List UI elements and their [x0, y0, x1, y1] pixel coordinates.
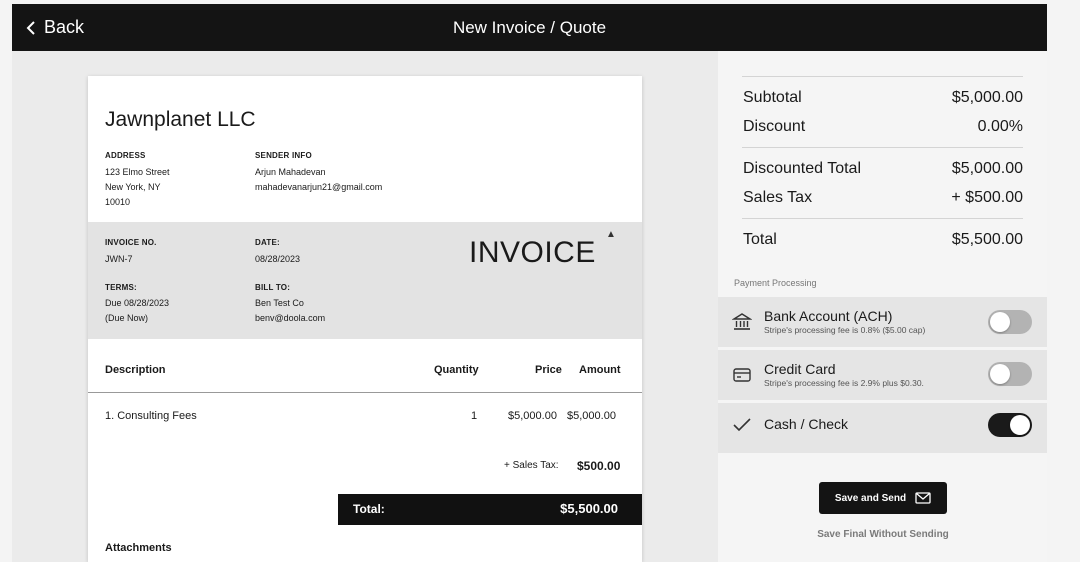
address-label: ADDRESS [105, 151, 146, 160]
credit-card-icon [733, 368, 751, 382]
summary-divider [742, 218, 1023, 219]
invoice-document: Jawnplanet LLC ADDRESS 123 Elmo Street N… [88, 76, 642, 562]
sales-tax-summary-label: Sales Tax [743, 189, 813, 206]
payment-method-cash-check: Cash / Check [718, 403, 1047, 453]
screen-frame-left [0, 0, 12, 562]
cash-check-toggle[interactable] [988, 413, 1032, 437]
invoice-total-label: Total: [353, 502, 385, 516]
payment-method-name: Cash / Check [764, 416, 849, 432]
company-name: Jawnplanet LLC [105, 108, 256, 131]
chevron-left-icon [26, 20, 35, 35]
address-line: 123 Elmo Street [105, 167, 170, 177]
subtotal-label: Subtotal [743, 89, 802, 106]
amount-column-header: Amount [579, 364, 621, 376]
screen-frame-right [1047, 0, 1080, 562]
payment-method-name: Credit Card [764, 361, 836, 377]
line-item-price: $5,000.00 [508, 410, 557, 422]
description-column-header: Description [105, 364, 166, 376]
address-line: New York, NY [105, 182, 161, 192]
sender-email: mahadevanarjun21@gmail.com [255, 182, 383, 192]
terms-label: TERMS: [105, 283, 137, 292]
save-and-send-label: Save and Send [834, 492, 907, 504]
payment-method-name: Bank Account (ACH) [764, 308, 893, 324]
invoice-no-label: INVOICE NO. [105, 238, 157, 247]
sales-tax-label: + Sales Tax: [504, 460, 559, 471]
quantity-column-header: Quantity [434, 364, 479, 376]
date-value: 08/28/2023 [255, 254, 301, 264]
payment-method-fee: Stripe's processing fee is 2.9% plus $0.… [764, 378, 924, 388]
back-button[interactable]: Back [26, 4, 84, 51]
total-value: $5,500.00 [951, 231, 1023, 248]
price-column-header: Price [535, 364, 562, 376]
invoice-total-value: $5,500.00 [560, 501, 618, 516]
bill-to-company: Ben Test Co [255, 298, 304, 308]
discount-value: 0.00% [977, 118, 1023, 135]
terms-note: (Due Now) [105, 313, 149, 323]
sender-info-label: SENDER INFO [255, 151, 312, 160]
summary-divider [742, 76, 1023, 77]
invoice-total-bar: Total: $5,500.00 [338, 494, 642, 525]
bank-account-toggle[interactable] [988, 310, 1032, 334]
back-label: Back [44, 17, 85, 37]
line-item-description: 1. Consulting Fees [105, 410, 197, 422]
save-final-without-sending-link[interactable]: Save Final Without Sending [790, 529, 976, 540]
bill-to-label: BILL TO: [255, 283, 291, 292]
terms-due: Due 08/28/2023 [105, 298, 170, 308]
top-bar: Back New Invoice / Quote [12, 4, 1047, 51]
bank-icon [732, 313, 752, 330]
payment-method-fee: Stripe's processing fee is 0.8% ($5.00 c… [764, 325, 926, 335]
bill-to-email: benv@doola.com [255, 313, 326, 323]
mouse-cursor-icon: ▲ [606, 229, 616, 240]
total-label: Total [743, 231, 777, 248]
invoice-meta-block: INVOICE NO. JWN-7 DATE: 08/28/2023 INVOI… [88, 222, 642, 339]
payment-method-credit-card: Credit Card Stripe's processing fee is 2… [718, 350, 1047, 400]
discounted-total-value: $5,000.00 [951, 160, 1023, 177]
sender-name: Arjun Mahadevan [255, 167, 326, 177]
sales-tax-summary-value: + $500.00 [951, 189, 1023, 206]
sales-tax-value: $500.00 [577, 459, 621, 473]
table-header-divider [88, 392, 642, 393]
date-label: DATE: [255, 238, 280, 247]
invoice-no-value: JWN-7 [105, 254, 133, 264]
page-title: New Invoice / Quote [452, 18, 607, 37]
credit-card-toggle[interactable] [988, 362, 1032, 386]
discount-label: Discount [743, 118, 806, 135]
payment-method-bank: Bank Account (ACH) Stripe's processing f… [718, 297, 1047, 347]
payment-processing-title: Payment Processing [734, 278, 817, 288]
line-item-amount: $5,000.00 [567, 410, 616, 422]
subtotal-value: $5,000.00 [951, 89, 1023, 106]
summary-divider [742, 147, 1023, 148]
attachments-label: Attachments [105, 542, 172, 554]
check-icon [733, 418, 751, 432]
save-and-send-button[interactable]: Save and Send [819, 482, 947, 514]
address-line: 10010 [105, 197, 131, 207]
line-item-quantity: 1 [471, 410, 478, 422]
discounted-total-label: Discounted Total [743, 160, 861, 177]
invoice-heading: INVOICE [469, 236, 596, 269]
envelope-icon [915, 492, 931, 504]
